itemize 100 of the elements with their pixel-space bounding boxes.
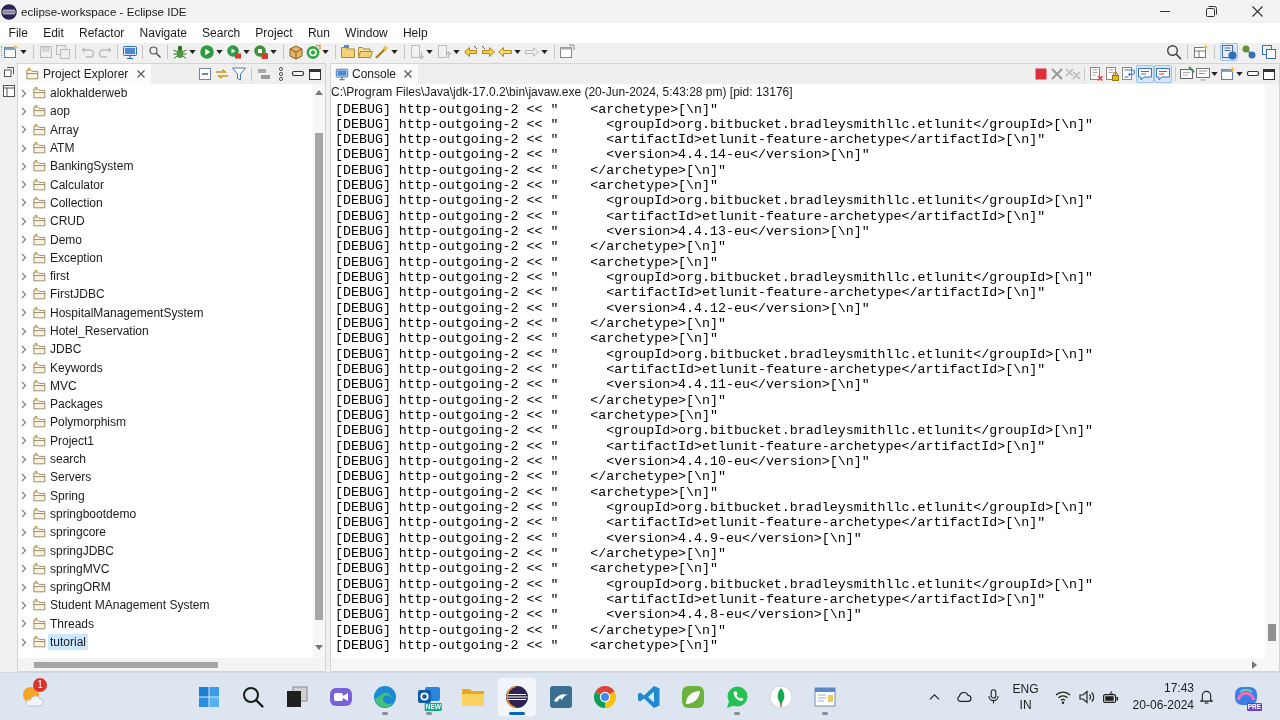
tree-item[interactable]: Array (48, 121, 81, 138)
chevron-icon[interactable] (21, 216, 27, 226)
tree-item[interactable]: FirstJDBC (48, 286, 107, 303)
caret-icon[interactable] (1211, 72, 1218, 76)
tree-item[interactable]: Exception (48, 249, 105, 266)
caret-icon[interactable] (243, 50, 250, 54)
tree-item[interactable]: CRUD (48, 213, 87, 230)
microphone-icon[interactable] (987, 689, 999, 704)
clock-time[interactable]: 17:43 (1163, 679, 1194, 697)
chevron-icon[interactable] (21, 399, 27, 409)
scrollbar-thumb[interactable] (1268, 624, 1276, 641)
monitor-icon[interactable] (122, 44, 138, 60)
taskbar-button[interactable] (497, 676, 537, 717)
tree-item[interactable]: aop (48, 103, 73, 120)
folder-icon[interactable] (340, 44, 356, 60)
menu-item[interactable]: File (1, 24, 36, 42)
perspective-button[interactable] (1240, 43, 1258, 61)
caret-icon[interactable] (514, 50, 521, 54)
menu-item[interactable]: Search (194, 24, 248, 42)
tree-item[interactable]: tutorial (48, 634, 89, 651)
chevron-icon[interactable] (21, 253, 27, 263)
arrow-right-icon[interactable] (480, 44, 496, 60)
cloud-icon[interactable] (955, 691, 972, 702)
chevron-icon[interactable] (21, 509, 27, 519)
clock-date[interactable]: 20-06-2024 (1132, 696, 1194, 714)
tree-item[interactable]: Servers (48, 469, 94, 486)
chevron-icon[interactable] (21, 88, 27, 98)
tree-item[interactable]: first (48, 268, 72, 285)
tree-item[interactable]: springcore (48, 524, 109, 541)
menu-item[interactable]: Edit (35, 24, 72, 42)
caret-icon[interactable] (453, 50, 460, 54)
chevron-icon[interactable] (21, 235, 27, 244)
chevron-up-icon[interactable] (928, 693, 940, 700)
caret-icon[interactable] (216, 50, 223, 54)
maximize-icon[interactable] (307, 66, 323, 82)
tree-item[interactable]: ATM (48, 140, 77, 157)
close-icon[interactable] (137, 70, 146, 78)
view-tab[interactable]: Project Explorer (18, 64, 152, 84)
chevron-icon[interactable] (21, 125, 27, 135)
chevron-icon[interactable] (21, 381, 27, 391)
chevron-icon[interactable] (21, 472, 27, 482)
caret-icon[interactable] (426, 50, 433, 54)
link-arrows-icon[interactable] (214, 66, 230, 82)
chevron-icon[interactable] (21, 180, 27, 190)
menu-item[interactable]: Project (247, 24, 301, 42)
tree-item[interactable]: springMVC (48, 560, 112, 577)
chevron-icon[interactable] (21, 418, 27, 427)
close-icon[interactable] (404, 70, 413, 78)
stacked-bars-icon[interactable] (256, 66, 272, 82)
tree-item[interactable]: Spring (48, 487, 87, 504)
scrollbar-thumb[interactable] (315, 133, 323, 620)
chevron-icon[interactable] (21, 308, 27, 318)
restore-icon[interactable] (1205, 6, 1217, 17)
window-corner-icon[interactable] (559, 44, 575, 60)
close-icon[interactable] (1251, 6, 1263, 17)
caret-icon[interactable] (270, 50, 277, 54)
tree-item[interactable]: Collection (48, 194, 105, 211)
tree-item[interactable]: BankingSystem (48, 158, 136, 175)
tree-item[interactable]: HospitalManagementSystem (48, 304, 206, 321)
document-lock-icon[interactable] (1104, 66, 1120, 82)
chevron-icon[interactable] (21, 527, 27, 537)
bug-icon[interactable] (172, 44, 188, 60)
triangle-down-icon[interactable] (315, 645, 323, 650)
tree-item[interactable]: MVC (48, 377, 79, 394)
language-label[interactable]: ENG (1012, 680, 1039, 697)
triangle-right-icon[interactable] (1252, 660, 1257, 669)
chevron-icon[interactable] (21, 363, 27, 373)
toggle-button[interactable] (1154, 65, 1172, 83)
tree-item[interactable]: Calculator (48, 176, 107, 193)
battery-icon[interactable] (1102, 690, 1119, 703)
package-icon[interactable] (288, 44, 304, 60)
perspective-button[interactable] (1260, 43, 1278, 61)
filter-icon[interactable] (231, 66, 247, 82)
wifi-icon[interactable] (1054, 689, 1071, 704)
display-icon[interactable] (1195, 66, 1211, 82)
bell-icon[interactable] (1200, 689, 1213, 704)
maximize-icon[interactable] (1261, 66, 1277, 82)
chevron-icon[interactable] (21, 582, 27, 592)
triangle-up-icon[interactable] (315, 90, 323, 95)
chevron-icon[interactable] (21, 289, 27, 299)
chevron-icon[interactable] (21, 637, 27, 647)
open-folder-icon[interactable] (357, 44, 373, 60)
tree-item[interactable]: Demo (48, 231, 84, 248)
toggle-button[interactable] (1136, 65, 1154, 83)
caret-icon[interactable] (20, 50, 27, 54)
weather-widget[interactable]: 1 (13, 676, 53, 717)
chevron-icon[interactable] (21, 436, 27, 446)
caret-icon[interactable] (322, 50, 329, 54)
chevron-icon[interactable] (21, 161, 27, 171)
tree-item[interactable]: JDBC (48, 341, 84, 358)
x-mark-icon[interactable] (1049, 66, 1065, 82)
tree-item[interactable]: Hotel_Reservation (48, 323, 151, 339)
document-wrap-icon[interactable] (1120, 66, 1136, 82)
chevron-icon[interactable] (21, 546, 27, 556)
play-badge-icon[interactable] (226, 44, 242, 60)
tree-item[interactable]: springJDBC (48, 542, 117, 559)
chevron-icon[interactable] (21, 143, 27, 153)
menu-item[interactable]: Navigate (131, 24, 195, 42)
new-window-icon[interactable] (3, 44, 19, 60)
chevron-icon[interactable] (21, 106, 27, 116)
